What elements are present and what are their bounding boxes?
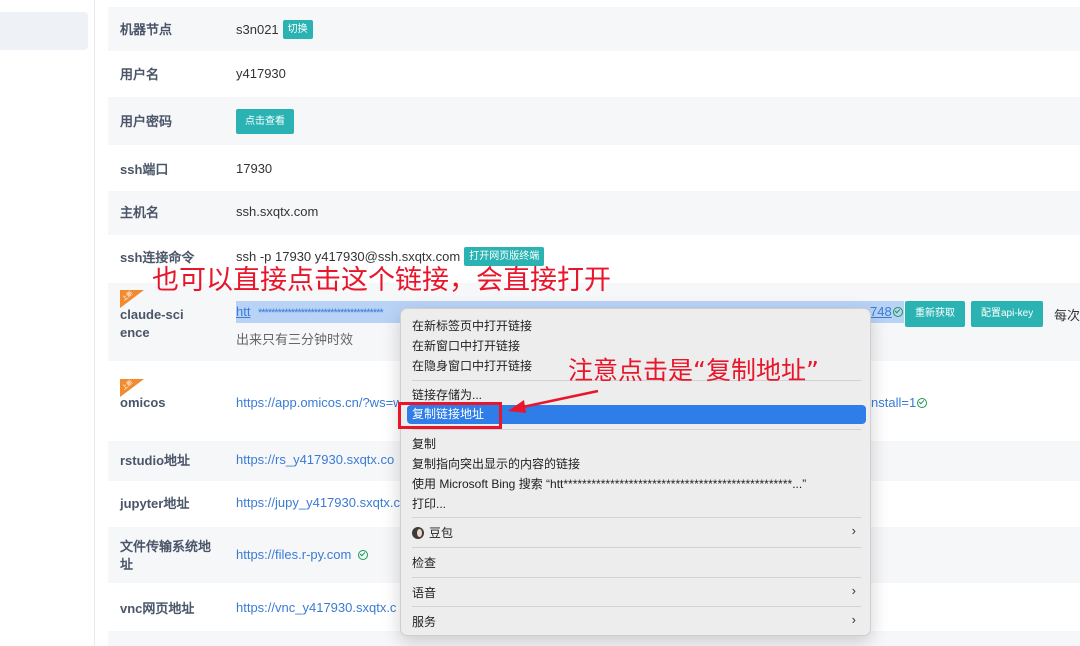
vnc-label: vnc网页地址 (120, 601, 195, 616)
check-circle-icon (917, 398, 927, 408)
hostname-value: ssh.sxqtx.com (236, 204, 319, 219)
password-label: 用户密码 (120, 114, 173, 129)
file-transfer-label-line2: 址 (120, 557, 134, 572)
row-hostname: 主机名 ssh.sxqtx.com (108, 191, 1080, 235)
row-password: 用户密码 点击查看 (108, 97, 1080, 145)
menu-save-link[interactable]: 链接存储为... (412, 387, 482, 403)
username-value: y417930 (236, 66, 286, 81)
check-circle-icon (358, 549, 369, 560)
hostname-label: 主机名 (120, 205, 160, 220)
annotation-arrow-icon (508, 389, 599, 413)
omicos-url-tail[interactable]: nstall=1 (871, 395, 916, 410)
file-transfer-label-line1: 文件传输系统地 (120, 539, 212, 554)
row-username: 用户名 y417930 (108, 51, 1080, 97)
menu-copy-highlight-link[interactable]: 复制指向突出显示的内容的链接 (412, 456, 580, 472)
omicos-label: omicos (120, 395, 166, 410)
jupyter-label: jupyter地址 (120, 496, 190, 511)
trailing-text: 每次 (1054, 308, 1080, 323)
ssh-port-value: 17930 (236, 161, 273, 176)
chevron-right-icon: › (851, 583, 856, 598)
doubao-icon (412, 527, 424, 539)
menu-speech[interactable]: 语音 (412, 585, 436, 601)
rstudio-label: rstudio地址 (120, 453, 191, 468)
row-ssh-port: ssh端口 17930 (108, 145, 1080, 191)
view-password-button[interactable]: 点击查看 (236, 109, 294, 134)
menu-open-incognito[interactable]: 在隐身窗口中打开链接 (412, 358, 532, 374)
sidebar-active-item[interactable] (0, 12, 88, 50)
machine-node-value: s3n021 (236, 22, 279, 37)
jupyter-url[interactable]: https://jupy_y417930.sxqtx.c (236, 495, 400, 510)
annotation-red-box (398, 402, 502, 429)
row-machine-node: 机器节点 s3n021 切换 (108, 7, 1080, 51)
claude-url-end[interactable]: 748 (870, 304, 892, 319)
configure-api-key-button[interactable]: 配置api-key (971, 301, 1044, 327)
ssh-port-label: ssh端口 (120, 162, 169, 177)
claude-url-masked[interactable]: ************************************** (258, 307, 398, 319)
annotation-top: 也可以直接点击这个链接，会直接打开 (152, 265, 611, 296)
menu-copy[interactable]: 复制 (412, 436, 436, 452)
menu-print[interactable]: 打印... (412, 496, 446, 512)
menu-search-bing[interactable]: 使用 Microsoft Bing 搜索 “htt***************… (412, 476, 806, 492)
machine-node-value-wrap: s3n021 切换 (236, 20, 313, 39)
chevron-right-icon: › (851, 523, 856, 538)
left-sidebar (0, 0, 95, 646)
menu-services[interactable]: 服务 (412, 614, 436, 630)
omicos-url[interactable]: https://app.omicos.cn/?ws=w (236, 395, 403, 410)
refresh-button[interactable]: 重新获取 (905, 301, 965, 327)
username-label: 用户名 (120, 67, 160, 82)
claude-note: 出来只有三分钟时效 (236, 332, 354, 347)
claude-url-start[interactable]: htt (236, 304, 250, 319)
check-circle-icon (893, 307, 903, 317)
menu-doubao[interactable]: 豆包 (412, 525, 453, 541)
chevron-right-icon: › (851, 612, 856, 627)
menu-open-new-window[interactable]: 在新窗口中打开链接 (412, 338, 520, 354)
vnc-url[interactable]: https://vnc_y417930.sxqtx.c (236, 600, 396, 615)
annotation-menu: 注意点击是“复制地址” (568, 356, 819, 385)
claude-label-line1: claude-sci (120, 307, 184, 322)
menu-open-new-tab[interactable]: 在新标签页中打开链接 (412, 318, 532, 334)
rstudio-url[interactable]: https://rs_y417930.sxqtx.co (236, 452, 394, 467)
claude-label-line2: ence (120, 325, 150, 340)
menu-inspect[interactable]: 检查 (412, 555, 436, 571)
switch-button[interactable]: 切换 (282, 20, 313, 39)
file-transfer-url[interactable]: https://files.r-py.com (236, 547, 351, 562)
machine-node-label: 机器节点 (120, 22, 173, 37)
